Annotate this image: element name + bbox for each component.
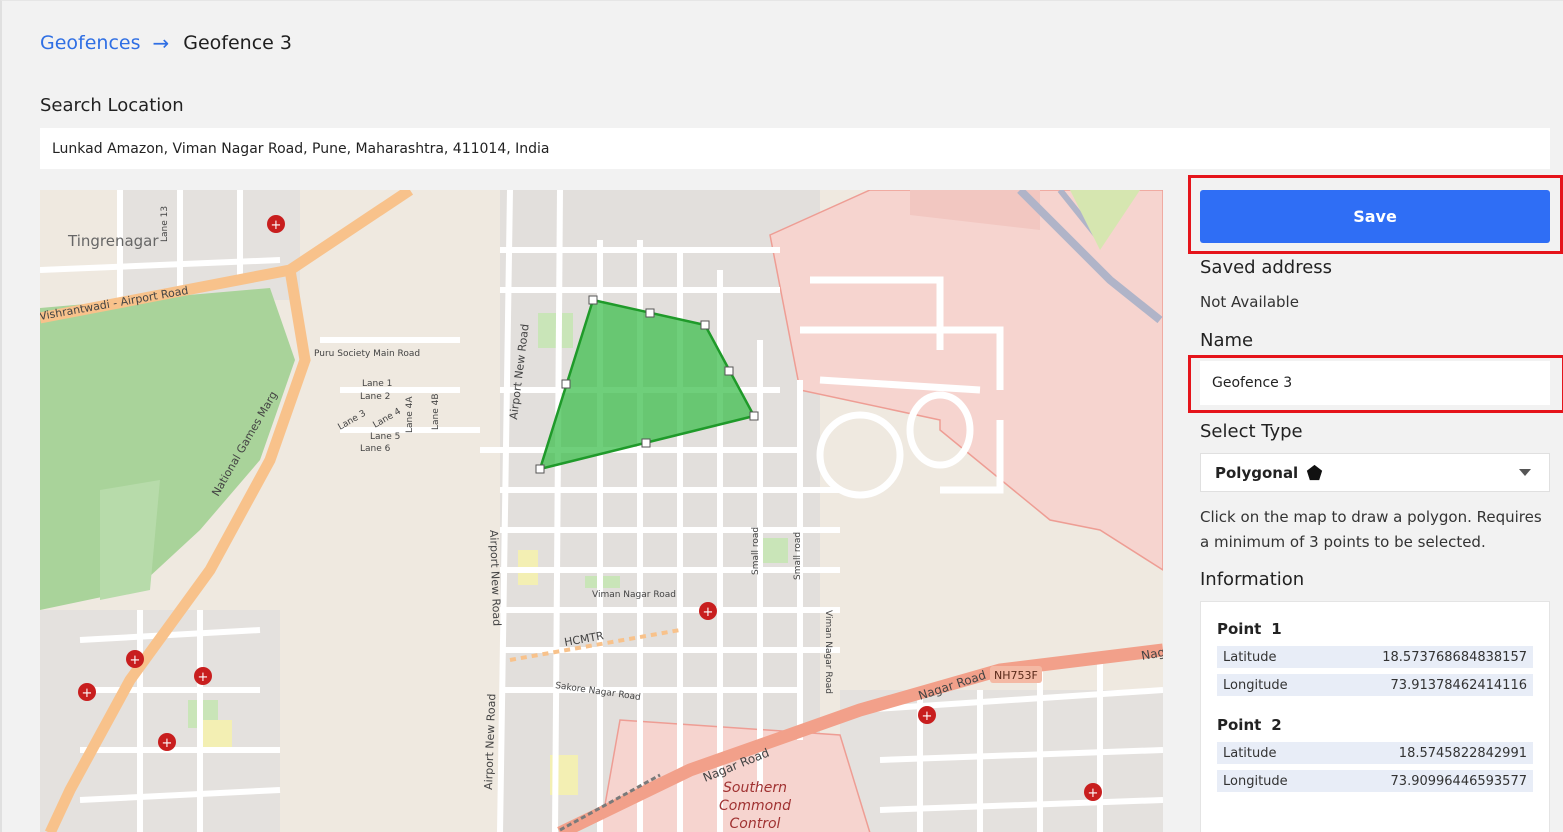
point-title: Point 1 — [1217, 620, 1282, 638]
map-label-puru-society: Puru Society Main Road — [314, 349, 420, 359]
breadcrumb-current: Geofence 3 — [183, 32, 292, 54]
svg-text:+: + — [198, 670, 209, 685]
point-block: Point 2 Latitude 18.5745822842991 Longitud… — [1217, 716, 1533, 792]
search-location-input[interactable] — [40, 128, 1550, 169]
svg-text:+: + — [130, 653, 141, 668]
saved-address-value: Not Available — [1200, 293, 1299, 311]
point-title: Point 2 — [1217, 716, 1282, 734]
map-label-tingrenagar: Tingrenagar — [67, 232, 159, 250]
svg-text:+: + — [703, 605, 714, 620]
chevron-down-icon — [1519, 469, 1531, 476]
map-label-small-road-2: Small road — [793, 532, 803, 580]
map-label-commond: Commond — [719, 798, 791, 814]
map-label-southern: Southern — [723, 780, 787, 796]
information-label: Information — [1200, 569, 1305, 590]
map-label-lane2: Lane 2 — [360, 392, 390, 402]
map[interactable]: + + + + + + + + Tingrenagar Vishrantwadi… — [40, 190, 1163, 832]
map-label-lane4a: Lane 4A — [405, 396, 415, 433]
map-label-nh753f: NH753F — [994, 669, 1038, 682]
map-label-viman-nagar-road-1: Viman Nagar Road — [592, 590, 676, 600]
map-label-viman-nagar-road-2: Viman Nagar Road — [823, 610, 833, 694]
name-label: Name — [1200, 330, 1254, 351]
map-label-control: Control — [730, 816, 781, 832]
latitude-value: 18.573768684838157 — [1382, 649, 1527, 665]
latitude-value: 18.5745822842991 — [1398, 745, 1527, 761]
latitude-row: Latitude 18.5745822842991 — [1217, 742, 1533, 764]
polygon-hint: Click on the map to draw a polygon. Requ… — [1200, 508, 1542, 551]
svg-text:+: + — [271, 218, 282, 233]
sidebar: Save Saved address Not Available Name Se… — [1188, 175, 1563, 832]
select-type-dropdown[interactable]: Polygonal — [1200, 453, 1550, 492]
map-label-small-road-1: Small road — [751, 527, 761, 575]
name-input[interactable] — [1200, 361, 1550, 405]
svg-text:+: + — [922, 709, 933, 724]
longitude-row: Longitude 73.91378462414116 — [1217, 674, 1533, 696]
map-label-lane13: Lane 13 — [160, 206, 170, 242]
map-label-lane4b: Lane 4B — [431, 393, 441, 430]
point-block: Point 1 Latitude 18.573768684838157 Longit… — [1217, 620, 1533, 696]
page-frame: Geofences → Geofence 3 Search Location L… — [0, 0, 1563, 832]
latitude-row: Latitude 18.573768684838157 — [1217, 646, 1533, 668]
saved-address-label: Saved address — [1200, 257, 1333, 278]
select-type-label: Select Type — [1200, 421, 1303, 442]
svg-text:+: + — [82, 686, 93, 701]
longitude-row: Longitude 73.90996446593577 — [1217, 770, 1533, 792]
breadcrumb-geofences-link[interactable]: Geofences — [40, 32, 141, 54]
points-info-box: Point 1 Latitude 18.573768684838157 Longit… — [1200, 601, 1550, 832]
svg-text:+: + — [162, 736, 173, 751]
search-location-label: Search Location — [40, 95, 184, 116]
map-label-lane6: Lane 6 — [360, 444, 391, 454]
arrow-right-icon: → — [152, 31, 170, 55]
map-label-lane1: Lane 1 — [362, 379, 392, 389]
longitude-value: 73.91378462414116 — [1390, 677, 1527, 693]
save-button[interactable]: Save — [1200, 190, 1550, 243]
pentagon-icon — [1307, 464, 1323, 481]
svg-text:+: + — [1088, 786, 1099, 801]
map-label-lane5: Lane 5 — [370, 432, 400, 442]
longitude-value: 73.90996446593577 — [1390, 773, 1527, 789]
breadcrumb: Geofences → Geofence 3 — [40, 30, 292, 56]
select-type-value: Polygonal — [1215, 463, 1299, 482]
